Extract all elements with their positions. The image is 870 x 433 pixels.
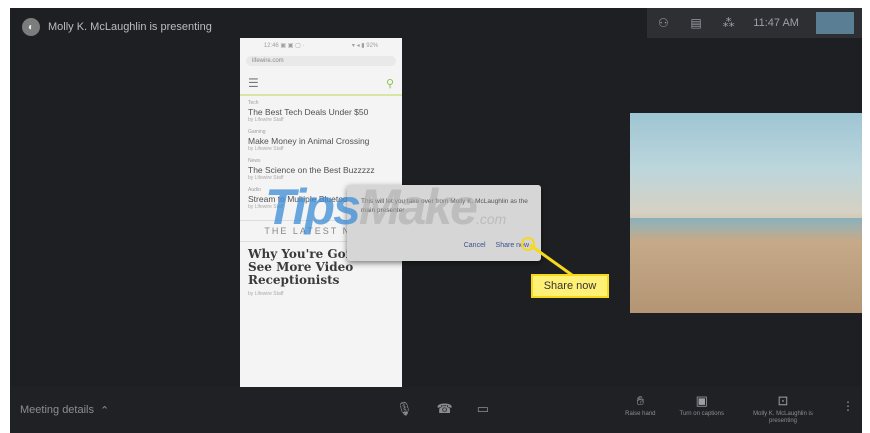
- raise-hand-label: Raise hand: [625, 411, 656, 417]
- captions-label: Turn on captions: [679, 411, 724, 417]
- article-item: Gaming Make Money in Animal Crossing by …: [240, 125, 402, 154]
- cancel-button[interactable]: Cancel: [464, 242, 486, 249]
- phone-status-left: 12:46 ▣ ▣ ▢ ·: [263, 42, 305, 49]
- featured-byline: by Lifewire Staff: [248, 291, 284, 297]
- present-label: Molly K. McLaughlin is presenting: [753, 411, 813, 424]
- microphone-icon[interactable]: 🎙︎: [396, 401, 413, 417]
- meeting-details-button[interactable]: Meeting details ⌃: [20, 404, 109, 417]
- presenter-indicator: ◐ Molly K. McLaughlin is presenting: [22, 18, 212, 36]
- activities-icon[interactable]: ⁂: [721, 16, 737, 30]
- tipsmake-watermark: Tips Make .com: [265, 178, 506, 236]
- captions-icon: ▣: [695, 393, 708, 408]
- raise-hand-button[interactable]: ✋︎ Raise hand: [625, 393, 655, 418]
- article-byline: by Lifewire Staff: [248, 146, 284, 152]
- article-item: Tech The Best Tech Deals Under $50 by Li…: [240, 96, 402, 125]
- hamburger-menu-icon: ☰: [248, 76, 259, 90]
- phone-site-nav: ☰ ⚲: [240, 70, 402, 96]
- watermark-make: Make: [358, 179, 478, 235]
- meeting-controls-bar: Meeting details ⌃ 🎙︎ ☎ ▭ ✋︎ Raise hand ▣…: [10, 387, 862, 433]
- camera-icon[interactable]: ▭: [477, 401, 489, 417]
- presenter-text: Molly K. McLaughlin is presenting: [48, 21, 212, 33]
- article-kicker: Tech: [248, 100, 259, 106]
- callout-label: Share now: [543, 280, 597, 292]
- raise-hand-icon: ✋︎: [636, 393, 645, 408]
- self-view-thumbnail[interactable]: [815, 12, 854, 34]
- present-button[interactable]: ⊡ Molly K. McLaughlin is presenting: [748, 393, 818, 425]
- watermark-tips: Tips: [265, 179, 361, 235]
- phone-url-text: lifewire.com: [252, 58, 284, 64]
- article-title: The Best Tech Deals Under $50: [248, 107, 369, 117]
- meeting-details-label: Meeting details: [20, 404, 94, 416]
- article-byline: by Lifewire Staff: [248, 117, 284, 123]
- present-screen-icon: ⊡: [777, 393, 789, 408]
- chevron-up-icon: ⌃: [100, 405, 110, 417]
- participant-video-tile: [630, 113, 862, 313]
- presenter-avatar: ◐: [22, 18, 40, 36]
- clock-time: 11:47 AM: [753, 17, 799, 29]
- article-title: Make Money in Animal Crossing: [248, 136, 370, 146]
- phone-url-bar: lifewire.com: [246, 56, 396, 66]
- more-options-icon[interactable]: ⋮: [842, 393, 854, 413]
- chat-icon[interactable]: ▤: [688, 16, 704, 30]
- article-kicker: Gaming: [248, 129, 266, 135]
- beach-scene: [630, 218, 862, 240]
- people-icon[interactable]: ⚇: [655, 16, 671, 30]
- top-toolbar: ⚇ ▤ ⁂ 11:47 AM: [647, 8, 862, 38]
- secondary-controls: ✋︎ Raise hand ▣ Turn on captions ⊡ Molly…: [625, 393, 854, 425]
- watermark-domain: .com: [475, 211, 507, 227]
- share-now-button[interactable]: Share now: [496, 242, 529, 249]
- call-controls: 🎙︎ ☎ ▭: [396, 401, 489, 417]
- dialog-actions: Cancel Share now: [464, 242, 529, 249]
- share-now-callout: Share now: [531, 274, 609, 298]
- hang-up-icon[interactable]: ☎: [437, 401, 453, 417]
- phone-status-right: ▾ ◂ ▮ 92%: [351, 42, 379, 49]
- phone-status-bar: 12:46 ▣ ▣ ▢ · ▾ ◂ ▮ 92%: [240, 38, 402, 52]
- search-icon: ⚲: [385, 77, 394, 90]
- article-title: The Science on the Best Buzzzzz: [248, 165, 375, 175]
- captions-button[interactable]: ▣ Turn on captions: [680, 393, 724, 418]
- article-kicker: News: [248, 158, 261, 164]
- featured-byline-wrap: by Lifewire Staff: [240, 287, 402, 299]
